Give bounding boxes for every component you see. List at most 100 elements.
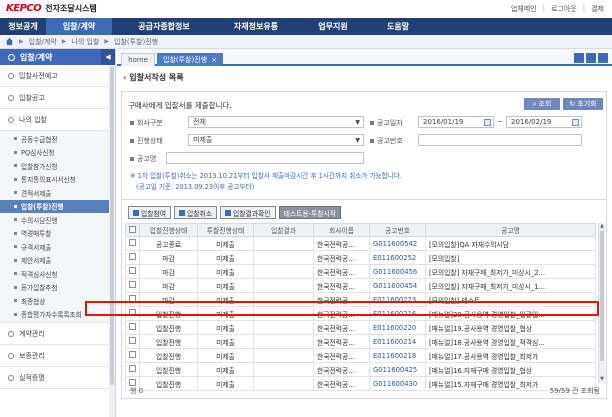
- link-payment[interactable]: 결제: [591, 4, 604, 14]
- breadcrumb-item[interactable]: 나의 입찰: [71, 37, 99, 47]
- calendar-icon[interactable]: [572, 119, 579, 126]
- row-checkbox[interactable]: [129, 267, 136, 274]
- cell-notice-number[interactable]: E011600218: [369, 348, 426, 363]
- column-header[interactable]: 공고번호: [369, 223, 426, 237]
- prev-tab-icon[interactable]: [574, 53, 584, 63]
- sidebar-subitem[interactable]: 공동수급협정: [0, 132, 115, 146]
- cell-notice-name: [매뉴얼]17.공사용역 경영입찰_최저가: [425, 348, 596, 363]
- date-from-input[interactable]: 2016/01/19: [418, 116, 494, 128]
- cell-notice-number[interactable]: E011600214: [369, 334, 426, 349]
- sidebar-subitem[interactable]: 적격심사신청: [0, 267, 115, 281]
- cell-notice-number[interactable]: G011600456: [369, 264, 426, 279]
- breadcrumb-item[interactable]: 입찰/계약: [29, 37, 57, 47]
- search-button[interactable]: ⌕ 조회: [524, 98, 560, 110]
- column-header[interactable]: 투찰진행상태: [197, 223, 254, 237]
- cell-notice-name: [매뉴얼]18.공사용역 경영입찰_적격심...: [425, 334, 596, 349]
- row-checkbox[interactable]: [129, 323, 136, 330]
- column-header[interactable]: 공고명: [425, 223, 596, 237]
- cell-company: 한국전력공...: [313, 278, 370, 293]
- status-select[interactable]: 미제출 ▼: [188, 134, 364, 146]
- column-header[interactable]: 회사이름: [313, 223, 370, 237]
- scroll-up-icon[interactable]: ▲: [599, 223, 605, 230]
- close-all-tabs-icon[interactable]: [598, 53, 608, 63]
- cancel-bid-button[interactable]: 입찰취소: [174, 206, 218, 219]
- sidebar-subitem-active[interactable]: 입찰(투찰)진행: [0, 199, 115, 213]
- company-select[interactable]: 전체 ▼: [188, 116, 364, 128]
- next-tab-icon[interactable]: [586, 53, 596, 63]
- sidebar-title: 입찰/계약 ◀: [0, 49, 115, 65]
- tab-home[interactable]: home: [121, 53, 155, 66]
- link-company-main[interactable]: 업체메인: [511, 4, 537, 14]
- join-bid-button[interactable]: 입찰참여: [128, 206, 172, 219]
- sidebar-item-pre-notice[interactable]: 입찰사전예고: [0, 65, 115, 87]
- table-row[interactable]: 마감 미제출 한국전력공... G011600454 [모의입찰] 자재구매_최저가_미…: [125, 278, 596, 293]
- table-row[interactable]: 입찰진행 미제출 한국전력공... E011600220 [매뉴얼]19.공사용역 경영…: [125, 320, 596, 335]
- table-row[interactable]: 마감 미제출 한국전력공... G011600456 [모의입찰] 자재구매_최저가_미…: [125, 264, 596, 279]
- logo[interactable]: KEPCO 전자조달시스템: [6, 3, 97, 14]
- row-checkbox[interactable]: [129, 351, 136, 358]
- column-header[interactable]: 입찰진행상태: [139, 223, 198, 237]
- system-name: 전자조달시스템: [45, 4, 97, 13]
- date-from-value: 2016/01/19: [423, 118, 464, 126]
- sidebar-subitem[interactable]: 역경매투찰: [0, 226, 115, 240]
- sidebar-subitem-label: 입찰참가신청: [21, 162, 58, 171]
- table-row[interactable]: 공고종료 미제출 한국전력공... G011600542 [모의입찰]QA 자재수의시담: [125, 236, 596, 251]
- sidebar-item-guarantee[interactable]: 보증관리: [0, 345, 115, 367]
- breadcrumb-item[interactable]: 입찰(투찰)진행: [114, 37, 158, 47]
- scrollbar-thumb[interactable]: [110, 67, 114, 385]
- row-checkbox[interactable]: [129, 281, 136, 288]
- sidebar-subitem[interactable]: 동가입찰추첨: [0, 280, 115, 294]
- sidebar-scrollbar[interactable]: [109, 65, 115, 417]
- cell-notice-name: [매뉴얼]16.자재구매 경영입찰_협상: [425, 362, 596, 377]
- table-row[interactable]: 마감 미제출 한국전력공... E011600252 [모의입찰]: [125, 250, 596, 265]
- table-row[interactable]: 입찰진행 미제출 한국전력공... E011600218 [매뉴얼]17.공사용역 경영…: [125, 348, 596, 363]
- table-row[interactable]: 입찰진행 미제출 한국전력공... E011600214 [매뉴얼]18.공사용역 경영…: [125, 334, 596, 349]
- check-result-button[interactable]: 입찰결과확인: [220, 206, 276, 219]
- notice-text: ※ 1차 입찰(투찰)취소는 2013.10.21부터 입찰서 제출마감시간 후…: [130, 172, 402, 180]
- row-checkbox[interactable]: [129, 337, 136, 344]
- link-logout[interactable]: 로그아웃: [551, 4, 577, 14]
- row-checkbox[interactable]: [129, 239, 136, 246]
- nav-material-info[interactable]: 자재정보유통: [216, 18, 296, 35]
- nav-supplier-info[interactable]: 공급자종합정보: [112, 18, 216, 35]
- select-all-checkbox[interactable]: [129, 225, 136, 233]
- collapse-sidebar-icon[interactable]: ◀: [101, 49, 115, 65]
- column-header[interactable]: 입찰결과: [253, 223, 314, 237]
- date-to-input[interactable]: 2016/02/19: [506, 116, 582, 128]
- sidebar-subitem[interactable]: 견적서제출: [0, 186, 115, 200]
- nav-work-support[interactable]: 업무지원: [296, 18, 370, 35]
- nav-bid-contract[interactable]: 입찰/계약: [46, 18, 112, 35]
- home-icon[interactable]: [4, 37, 14, 47]
- sidebar-item-contract[interactable]: 계약관리: [0, 323, 115, 345]
- sidebar-subitem[interactable]: 입찰참가신청: [0, 159, 115, 173]
- sidebar-item-my-bids[interactable]: 나의 입찰: [0, 109, 115, 131]
- reset-button[interactable]: ↻ 초기화: [563, 98, 603, 110]
- nav-help[interactable]: 도움말: [370, 18, 426, 35]
- sidebar-subitem[interactable]: 수의시담진행: [0, 213, 115, 227]
- nav-info-disclosure[interactable]: 정보공개: [0, 18, 46, 35]
- calendar-icon[interactable]: [484, 119, 491, 126]
- scroll-down-icon[interactable]: ▼: [599, 376, 605, 383]
- row-checkbox[interactable]: [129, 253, 136, 260]
- sidebar-subitem[interactable]: 규격서제출: [0, 240, 115, 254]
- notice-number-input[interactable]: [418, 134, 582, 146]
- cell-notice-number[interactable]: G011600454: [369, 278, 426, 293]
- cell-notice-number[interactable]: G011600425: [369, 362, 426, 377]
- close-icon[interactable]: ×: [211, 56, 217, 64]
- sidebar-item-bid-notice[interactable]: 입찰공고: [0, 87, 115, 109]
- number-label: 공고번호: [370, 136, 403, 146]
- table-scrollbar[interactable]: ▲ ▼: [598, 223, 605, 383]
- notice-name-input[interactable]: [166, 152, 364, 164]
- cell-notice-number[interactable]: G011600542: [369, 236, 426, 251]
- cell-notice-number[interactable]: E011600220: [369, 320, 426, 335]
- tab-bid-progress[interactable]: 입찰(투찰)진행 ×: [157, 53, 223, 66]
- sidebar-subitem[interactable]: 통지통의표시서신청: [0, 172, 115, 186]
- test-start-button[interactable]: 테스트용-투찰시작: [278, 206, 342, 219]
- sidebar-item-performance[interactable]: 실적증명: [0, 367, 115, 389]
- sidebar-subitem[interactable]: PQ심사신청: [0, 145, 115, 159]
- scrollbar-thumb[interactable]: [600, 231, 604, 361]
- table-row[interactable]: 입찰진행 미제출 한국전력공... G011600425 [매뉴얼]16.자재구매 경영…: [125, 362, 596, 377]
- cell-notice-number[interactable]: E011600252: [369, 250, 426, 265]
- row-checkbox[interactable]: [129, 365, 136, 372]
- sidebar-subitem[interactable]: 제안서제출: [0, 253, 115, 267]
